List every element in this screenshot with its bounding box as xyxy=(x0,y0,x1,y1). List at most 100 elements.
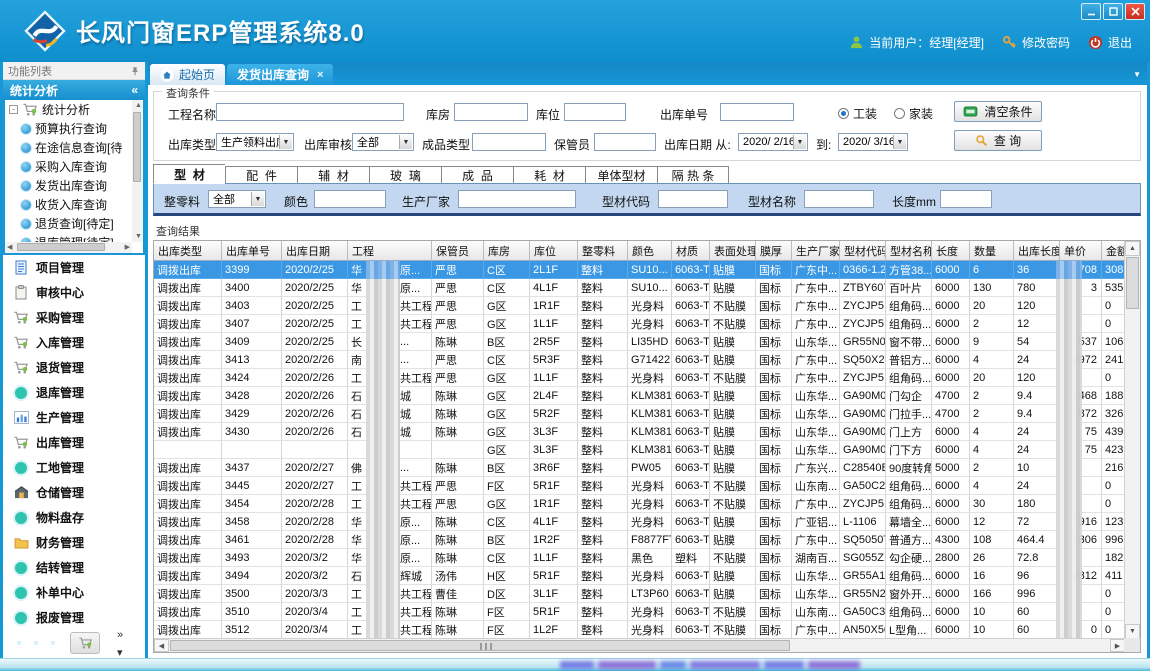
material-tab-2[interactable]: 配 件 xyxy=(225,166,297,184)
table-row[interactable]: G区3L3F整料KLM38176063-T5贴膜国标山东华...GA90M09.… xyxy=(154,441,1125,459)
table-row[interactable]: 调拨出库34092020/2/25长...陈琳B区2R5F整料LI35HD606… xyxy=(154,333,1125,351)
cart-button[interactable] xyxy=(70,632,100,654)
profile-code-input[interactable] xyxy=(658,190,728,208)
material-tab-4[interactable]: 玻 璃 xyxy=(369,166,441,184)
table-row[interactable]: 调拨出库34292020/2/26石城陈琳G区5R2F整料KLM38176063… xyxy=(154,405,1125,423)
radio-homewear[interactable]: 家装 xyxy=(894,105,933,122)
tree-item[interactable]: 发货出库查询 xyxy=(5,176,132,195)
sidebar-item-采购管理[interactable]: 采购管理 xyxy=(3,305,145,330)
material-tab-3[interactable]: 辅 材 xyxy=(297,166,369,184)
column-header[interactable]: 长度 xyxy=(932,241,970,260)
column-header[interactable]: 数量 xyxy=(970,241,1014,260)
pin-icon[interactable] xyxy=(130,66,140,76)
sidebar-item-退库管理[interactable]: 退库管理 xyxy=(3,380,145,405)
column-header[interactable]: 工程 xyxy=(348,241,432,260)
collapse-icon[interactable]: « xyxy=(131,83,138,97)
tree-item[interactable]: 预算执行查询 xyxy=(5,119,132,138)
keeper-input[interactable] xyxy=(594,133,656,151)
table-row[interactable]: 调拨出库34242020/2/26工共工程严思G区1L1F整料光身料6063-T… xyxy=(154,369,1125,387)
material-tab-5[interactable]: 成 品 xyxy=(441,166,513,184)
table-row[interactable]: 调拨出库34002020/2/25华原...严思C区4L1F整料SU10...6… xyxy=(154,279,1125,297)
material-tab-7[interactable]: 单体型材 xyxy=(585,166,657,184)
minimize-button[interactable] xyxy=(1081,3,1101,20)
warehouse-input[interactable] xyxy=(454,103,528,121)
tab-home[interactable]: 起始页 xyxy=(150,64,225,85)
expand-icon[interactable]: »▾ xyxy=(117,625,123,658)
tab-list-dropdown-icon[interactable]: ▼ xyxy=(1133,70,1141,79)
change-password-button[interactable]: 修改密码 xyxy=(1002,34,1070,51)
table-row[interactable]: 调拨出库34372020/2/27佛...陈琳B区3R6F整料PW056063-… xyxy=(154,459,1125,477)
tree-expand-icon[interactable]: - xyxy=(9,105,18,114)
material-tab-8[interactable]: 隔 热 条 xyxy=(657,166,729,184)
table-row[interactable]: 调拨出库35122020/3/4工共工程陈琳F区1L2F整料光身料6063-T5… xyxy=(154,621,1125,639)
tree-item[interactable]: 收货入库查询 xyxy=(5,195,132,214)
column-header[interactable]: 表面处理 xyxy=(710,241,756,260)
audit-select[interactable]: 全部▼ xyxy=(352,133,414,151)
tree-horizontal-scrollbar[interactable]: ◀ ▶ xyxy=(5,242,132,253)
sidebar-item-报废管理[interactable]: 报废管理 xyxy=(3,605,145,630)
table-vertical-scrollbar[interactable]: ▲ ▼ xyxy=(1124,241,1140,639)
logout-button[interactable]: 退出 xyxy=(1088,34,1132,51)
tab-shipment-outbound-query[interactable]: 发货出库查询× xyxy=(227,64,333,85)
table-horizontal-scrollbar[interactable]: ◀ ▶ xyxy=(154,638,1125,652)
order-no-input[interactable] xyxy=(720,103,794,121)
date-from-select[interactable]: 2020/ 2/16▼ xyxy=(738,133,808,151)
profile-name-input[interactable] xyxy=(804,190,874,208)
column-header[interactable]: 库位 xyxy=(530,241,578,260)
material-tab-1[interactable]: 型 材 xyxy=(153,164,225,184)
column-header[interactable]: 金额 xyxy=(1102,241,1125,260)
length-input[interactable] xyxy=(940,190,992,208)
column-header[interactable]: 颜色 xyxy=(628,241,672,260)
sidebar-item-入库管理[interactable]: 入库管理 xyxy=(3,330,145,355)
sidebar-item-出库管理[interactable]: 出库管理 xyxy=(3,430,145,455)
out-type-select[interactable]: 生产领料出库▼ xyxy=(216,133,294,151)
table-row[interactable]: 调拨出库35102020/3/4工共工程陈琳F区5R1F整料光身料6063-T5… xyxy=(154,603,1125,621)
clear-conditions-button[interactable]: 清空条件 xyxy=(954,101,1042,122)
column-header[interactable]: 膜厚 xyxy=(756,241,792,260)
sidebar-item-退货管理[interactable]: 退货管理 xyxy=(3,355,145,380)
sidebar-item-项目管理[interactable]: 项目管理 xyxy=(3,255,145,280)
table-row[interactable]: 调拨出库34452020/2/27工共工程严思F区5R1F整料光身料6063-T… xyxy=(154,477,1125,495)
close-icon[interactable]: × xyxy=(317,69,323,81)
sidebar-item-物料盘存[interactable]: 物料盘存 xyxy=(3,505,145,530)
tree-root-item[interactable]: -统计分析 xyxy=(5,100,132,119)
column-header[interactable]: 生产厂家 xyxy=(792,241,840,260)
sidebar-item-工地管理[interactable]: 工地管理 xyxy=(3,455,145,480)
table-row[interactable]: 调拨出库34942020/3/2石辉城汤伟H区5R1F整料光身料6063-T5贴… xyxy=(154,567,1125,585)
column-header[interactable]: 单价 xyxy=(1060,241,1102,260)
table-row[interactable]: 调拨出库35002020/3/3工共工程曹佳D区3L1F整料LT3P606063… xyxy=(154,585,1125,603)
sidebar-item-财务管理[interactable]: 财务管理 xyxy=(3,530,145,555)
table-row[interactable]: 调拨出库34582020/2/28华原...陈琳C区4L1F整料光身料6063-… xyxy=(154,513,1125,531)
sidebar-section-header[interactable]: 统计分析 « xyxy=(3,80,145,100)
sidebar-item-审核中心[interactable]: 审核中心 xyxy=(3,280,145,305)
project-name-input[interactable] xyxy=(216,103,404,121)
whole-part-select[interactable]: 全部▼ xyxy=(208,190,266,208)
maximize-button[interactable] xyxy=(1103,3,1123,20)
table-row[interactable]: 调拨出库34612020/2/28华原...陈琳B区1R2F整料F8877FT6… xyxy=(154,531,1125,549)
table-row[interactable]: 调拨出库34932020/3/2华原...陈琳C区1L1F整料黑色塑料不贴膜国标… xyxy=(154,549,1125,567)
column-header[interactable]: 出库日期 xyxy=(282,241,348,260)
table-row[interactable]: 调拨出库34542020/2/28工共工程严思G区1R1F整料光身料6063-T… xyxy=(154,495,1125,513)
sidebar-item-生产管理[interactable]: 生产管理 xyxy=(3,405,145,430)
tree-item[interactable]: 采购入库查询 xyxy=(5,157,132,176)
tree-vertical-scrollbar[interactable]: ▲ ▼ xyxy=(132,100,143,242)
column-header[interactable]: 材质 xyxy=(672,241,710,260)
column-header[interactable]: 整零料 xyxy=(578,241,628,260)
color-input[interactable] xyxy=(314,190,386,208)
sidebar-item-补单中心[interactable]: 补单中心 xyxy=(3,580,145,605)
tree-item[interactable]: 退库管理[待定] xyxy=(5,233,132,242)
sidebar-item-结转管理[interactable]: 结转管理 xyxy=(3,555,145,580)
sidebar-item-仓储管理[interactable]: 仓储管理 xyxy=(3,480,145,505)
expand-icon[interactable]: »▾ xyxy=(117,629,123,658)
column-header[interactable]: 库房 xyxy=(484,241,530,260)
radio-workwear[interactable]: 工装 xyxy=(838,105,877,122)
tree-item[interactable]: 退货查询[待定] xyxy=(5,214,132,233)
table-row[interactable]: 调拨出库34132020/2/26南...严思C区5R3F整料G71422606… xyxy=(154,351,1125,369)
table-row[interactable]: 调拨出库34302020/2/26石城陈琳G区3L3F整料KLM38176063… xyxy=(154,423,1125,441)
column-header[interactable]: 出库长度 xyxy=(1014,241,1060,260)
close-button[interactable] xyxy=(1125,3,1145,20)
table-row[interactable]: 调拨出库33992020/2/25华原...严思C区2L1F整料SU10...6… xyxy=(154,261,1125,279)
table-row[interactable]: 调拨出库34282020/2/26石城陈琳G区2L4F整料KLM38176063… xyxy=(154,387,1125,405)
maker-input[interactable] xyxy=(458,190,576,208)
table-row[interactable]: 调拨出库34032020/2/25工共工程严思G区1R1F整料光身料6063-T… xyxy=(154,297,1125,315)
